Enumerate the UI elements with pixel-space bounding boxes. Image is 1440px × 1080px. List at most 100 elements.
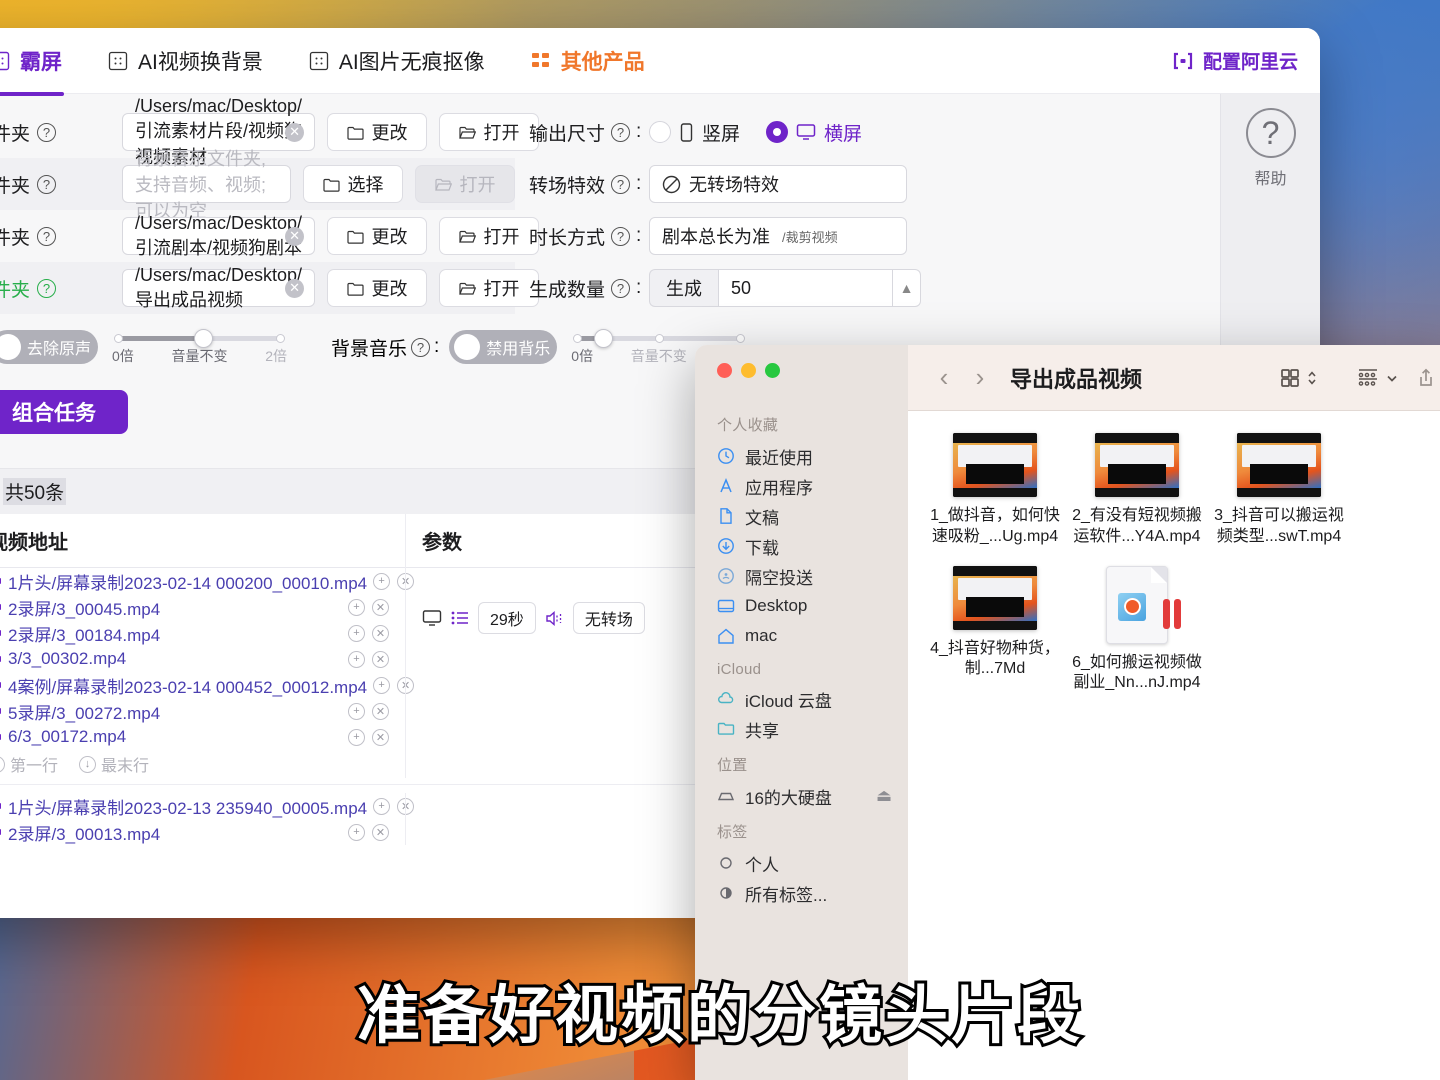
add-icon[interactable]: + (348, 823, 365, 841)
sidebar-item-airdrop[interactable]: 隔空投送 (695, 561, 908, 591)
sidebar-item-desktop[interactable]: Desktop (695, 591, 908, 621)
tab-ai-video-bg[interactable]: AI视频换背景 (108, 46, 263, 76)
group-by-button[interactable] (1356, 367, 1399, 389)
finder-file-item[interactable]: 1_做抖音，如何快速吸粉_...Ug.mp4 (924, 433, 1066, 566)
list-item[interactable]: 3/3_00302.mp4 + ✕ (0, 646, 405, 672)
list-item[interactable]: 5录屏/3_00272.mp4 + ✕ (0, 698, 405, 724)
sidebar-item-applications[interactable]: 应用程序 (695, 471, 908, 501)
add-icon[interactable]: + (348, 702, 365, 720)
select-button-bgm[interactable]: 选择 (303, 165, 403, 203)
path-input-script[interactable]: /Users/mac/Desktop/引流剧本/视频狗剧本 ✕ (122, 213, 316, 258)
stepper-up-icon[interactable]: ▲ (893, 269, 921, 307)
finder-file-item[interactable]: 3_抖音可以搬运视频类型...swT.mp4 (1208, 433, 1350, 566)
tab-ai-image-matting[interactable]: AI图片无痕抠像 (309, 46, 485, 76)
help-icon[interactable]: ? (37, 174, 57, 194)
finder-file-item[interactable]: 6_如何搬运视频做副业_Nn...nJ.mp4 (1066, 565, 1208, 713)
close-window-button[interactable] (717, 363, 732, 378)
aliyun-config-button[interactable]: 配置阿里云 (1172, 47, 1298, 74)
finder-file-item[interactable]: 4_抖音好物种货，制...7Md (924, 565, 1066, 713)
transition-chip[interactable]: 无转场 (572, 602, 645, 634)
tab-baping[interactable]: 霸屏 (0, 46, 64, 96)
combo-task-button[interactable]: 组合任务 (0, 390, 128, 434)
path-input-bgm[interactable]: 背景音乐文件夹, 支持音频、视频; 可以为空 (122, 149, 291, 221)
sidebar-item-icloud-drive[interactable]: iCloud 云盘 (695, 684, 908, 714)
change-button-material[interactable]: 更改 (327, 113, 428, 151)
list-item[interactable]: 6/3_00172.mp4 + ✕ (0, 724, 405, 750)
list-item[interactable]: 2录屏/3_00045.mp4 + ✕ (0, 594, 405, 620)
generate-count-input[interactable]: 50 (718, 269, 893, 307)
file-name: 2录屏/3_00045.mp4 (8, 599, 161, 619)
eject-icon[interactable]: ⏏ (876, 786, 892, 806)
add-icon[interactable]: + (348, 650, 365, 668)
last-row-button[interactable]: ↓ 最末行 (79, 752, 149, 776)
sidebar-item-shared[interactable]: 共享 (695, 714, 908, 744)
clear-icon[interactable]: ✕ (285, 226, 305, 246)
share-button[interactable] (1415, 367, 1437, 389)
add-icon[interactable]: + (348, 624, 365, 642)
add-icon[interactable]: + (348, 728, 365, 746)
help-icon[interactable]: ? (611, 226, 631, 246)
chevron-left-icon[interactable]: ‹ (926, 360, 962, 396)
remove-original-audio-toggle[interactable]: 去除原声 (0, 330, 98, 364)
slider-track[interactable] (573, 329, 745, 348)
view-mode-button[interactable] (1279, 367, 1318, 389)
radio-landscape[interactable]: 横屏 (766, 119, 862, 146)
list-item[interactable]: 1片头/屏幕录制2023-02-13 235940_00005.mp4 + ✕ (0, 793, 415, 819)
list-item[interactable]: 1片头/屏幕录制2023-02-14 000200_00010.mp4 + ✕ (0, 568, 415, 594)
change-button-export[interactable]: 更改 (327, 269, 428, 307)
tab-other-products[interactable]: 其他产品 (531, 46, 645, 76)
help-icon[interactable]: ? (611, 278, 631, 298)
path-input-export[interactable]: /Users/mac/Desktop/导出成品视频 ✕ (122, 265, 316, 310)
radio-portrait[interactable]: 竖屏 (649, 119, 740, 146)
remove-icon[interactable]: ✕ (372, 702, 389, 720)
clear-icon[interactable]: ✕ (285, 278, 305, 298)
folder-open-icon (458, 282, 476, 295)
add-icon[interactable]: + (348, 598, 365, 616)
add-icon[interactable]: + (373, 572, 391, 590)
generate-button[interactable]: 生成 (649, 269, 718, 307)
help-icon[interactable]: ? (611, 122, 631, 142)
bgm-disable-toggle[interactable]: 禁用背乐 (449, 330, 558, 364)
help-icon[interactable]: ? (611, 174, 631, 194)
help-icon[interactable]: ? (37, 278, 57, 298)
sidebar-item-tag-personal[interactable]: 个人 (695, 848, 908, 878)
transition-select[interactable]: 无转场特效 (649, 165, 907, 203)
add-icon[interactable]: + (373, 797, 391, 815)
sidebar-item-documents[interactable]: 文稿 (695, 501, 908, 531)
duration-select[interactable]: 剧本总长为准 /裁剪视频 (649, 217, 907, 255)
sidebar-item-downloads[interactable]: 下载 (695, 531, 908, 561)
sidebar-item-recent[interactable]: 最近使用 (695, 441, 908, 471)
maximize-window-button[interactable] (765, 363, 780, 378)
remove-icon[interactable]: ✕ (372, 823, 389, 841)
help-icon[interactable]: ? (37, 226, 57, 246)
first-row-button[interactable]: ↑ 第一行 (0, 752, 58, 776)
sidebar-item-disk[interactable]: 16的大硬盘 ⏏ (695, 781, 908, 811)
help-icon[interactable]: ? (37, 122, 57, 142)
list-item[interactable]: 4案例/屏幕录制2023-02-14 000452_00012.mp4 + ✕ (0, 672, 415, 698)
chevron-right-icon[interactable]: › (962, 360, 998, 396)
combo-task-label: 组合任务 (12, 402, 96, 425)
remove-icon[interactable]: ✕ (372, 624, 389, 642)
finder-file-item[interactable]: 2_有没有短视频搬运软件...Y4A.mp4 (1066, 433, 1208, 566)
clock-icon (718, 448, 734, 464)
slider-track[interactable] (114, 329, 286, 348)
help-icon[interactable]: ? (411, 337, 431, 357)
file-name: 2录屏/3_00184.mp4 (8, 625, 161, 645)
radio-portrait-circle[interactable] (649, 121, 671, 143)
minimize-window-button[interactable] (741, 363, 756, 378)
duration-chip[interactable]: 29秒 (478, 602, 536, 634)
remove-icon[interactable]: ✕ (372, 598, 389, 616)
list-item[interactable]: 2录屏/3_00184.mp4 + ✕ (0, 620, 405, 646)
slider-thumb[interactable] (593, 329, 613, 348)
remove-icon[interactable]: ✕ (372, 650, 389, 668)
list-item[interactable]: 2录屏/3_00013.mp4 + ✕ (0, 819, 405, 845)
original-volume-slider[interactable]: 0倍 音量不变 2倍 (112, 328, 287, 366)
sidebar-item-home[interactable]: mac (695, 621, 908, 651)
remove-icon[interactable]: ✕ (372, 728, 389, 746)
change-button-script[interactable]: 更改 (327, 217, 428, 255)
question-circle-icon[interactable]: ? (1245, 108, 1296, 158)
sidebar-item-all-tags[interactable]: 所有标签... (695, 878, 908, 908)
clear-icon[interactable]: ✕ (285, 122, 305, 142)
add-icon[interactable]: + (373, 676, 391, 694)
radio-landscape-circle[interactable] (766, 121, 789, 143)
